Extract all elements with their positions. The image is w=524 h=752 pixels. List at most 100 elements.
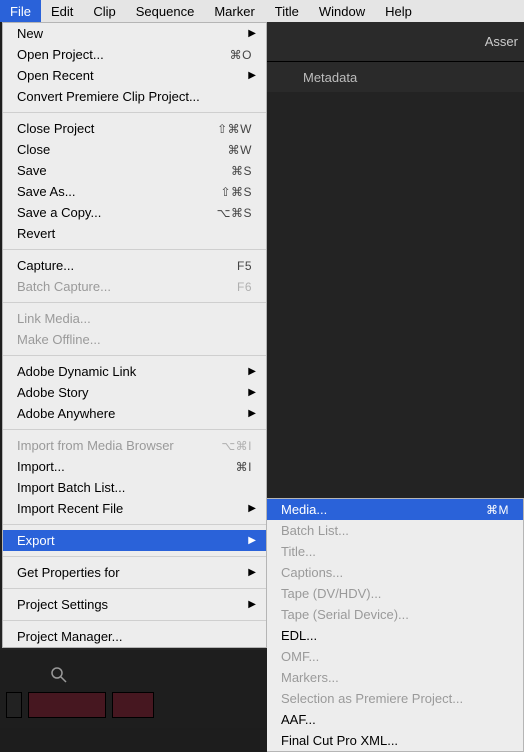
menu-title-edit[interactable]: Edit	[41, 0, 83, 22]
menu-item-captions: Captions...	[267, 562, 523, 583]
menu-item-omf: OMF...	[267, 646, 523, 667]
menu-item-export[interactable]: Export▶	[3, 530, 266, 551]
menu-item-label: Import from Media Browser	[17, 438, 221, 453]
menu-separator	[3, 112, 266, 113]
menu-item-label: Capture...	[17, 258, 237, 273]
menu-separator	[3, 355, 266, 356]
menu-item-save[interactable]: Save⌘S	[3, 160, 266, 181]
menu-item-markers: Markers...	[267, 667, 523, 688]
export-submenu-dropdown: Media...⌘MBatch List... Title... Captions.…	[267, 498, 524, 752]
menu-item-label: Save	[17, 163, 231, 178]
menu-item-label: Close	[17, 142, 228, 157]
menu-item-adobe-dynamic-link[interactable]: Adobe Dynamic Link▶	[3, 361, 266, 382]
menu-item-edl[interactable]: EDL...	[267, 625, 523, 646]
menu-item-shortcut: ⌘W	[228, 143, 252, 157]
menu-title-window[interactable]: Window	[309, 0, 375, 22]
app-top-bar: Asser	[267, 22, 524, 62]
menu-separator	[3, 620, 266, 621]
menubar: FileEditClipSequenceMarkerTitleWindowHel…	[0, 0, 524, 22]
menu-title-clip[interactable]: Clip	[83, 0, 125, 22]
menu-separator	[3, 524, 266, 525]
menu-item-final-cut-pro-xml[interactable]: Final Cut Pro XML...	[267, 730, 523, 751]
menu-item-new[interactable]: New▶	[3, 23, 266, 44]
search-icon[interactable]	[50, 666, 68, 684]
menu-item-label: Tape (DV/HDV)...	[281, 586, 509, 601]
thumbnail[interactable]	[112, 692, 154, 718]
menu-item-open-project[interactable]: Open Project...⌘O	[3, 44, 266, 65]
menu-separator	[3, 556, 266, 557]
menu-title-sequence[interactable]: Sequence	[126, 0, 205, 22]
menu-item-label: Open Project...	[17, 47, 230, 62]
menu-item-get-properties-for[interactable]: Get Properties for▶	[3, 562, 266, 583]
menu-item-label: Batch Capture...	[17, 279, 237, 294]
menu-item-import-from-media-browser: Import from Media Browser⌥⌘I	[3, 435, 266, 456]
menu-item-label: Export	[17, 533, 252, 548]
menu-item-shortcut: F5	[237, 259, 252, 273]
menu-item-label: Close Project	[17, 121, 217, 136]
thumbnail[interactable]	[6, 692, 22, 718]
menu-item-label: Open Recent	[17, 68, 252, 83]
menu-item-save-a-copy[interactable]: Save a Copy...⌥⌘S	[3, 202, 266, 223]
thumbnail[interactable]	[28, 692, 106, 718]
menu-item-label: Media...	[281, 502, 486, 517]
menu-item-label: Revert	[17, 226, 252, 241]
menu-item-label: Title...	[281, 544, 509, 559]
submenu-arrow-icon: ▶	[248, 567, 256, 578]
submenu-arrow-icon: ▶	[248, 70, 256, 81]
menu-item-adobe-story[interactable]: Adobe Story▶	[3, 382, 266, 403]
menu-item-label: Adobe Dynamic Link	[17, 364, 252, 379]
menu-item-label: Make Offline...	[17, 332, 252, 347]
thumbnail-strip	[6, 692, 154, 718]
menu-item-title: Title...	[267, 541, 523, 562]
menu-item-import-recent-file[interactable]: Import Recent File▶	[3, 498, 266, 519]
menu-item-label: Project Settings	[17, 597, 252, 612]
submenu-arrow-icon: ▶	[248, 366, 256, 377]
menu-item-shortcut: ⇧⌘S	[220, 185, 252, 199]
menu-item-shortcut: F6	[237, 280, 252, 294]
menu-item-tape-dv-hdv: Tape (DV/HDV)...	[267, 583, 523, 604]
menu-item-save-as[interactable]: Save As...⇧⌘S	[3, 181, 266, 202]
menu-item-label: EDL...	[281, 628, 509, 643]
menu-item-project-settings[interactable]: Project Settings▶	[3, 594, 266, 615]
menu-item-batch-capture: Batch Capture...F6	[3, 276, 266, 297]
menu-item-adobe-anywhere[interactable]: Adobe Anywhere▶	[3, 403, 266, 424]
menu-item-label: Markers...	[281, 670, 509, 685]
menu-item-label: Link Media...	[17, 311, 252, 326]
menu-item-selection-as-premiere-project: Selection as Premiere Project...	[267, 688, 523, 709]
menu-item-link-media: Link Media...	[3, 308, 266, 329]
menu-item-shortcut: ⇧⌘W	[217, 122, 252, 136]
menu-item-open-recent[interactable]: Open Recent▶	[3, 65, 266, 86]
menu-item-label: Adobe Story	[17, 385, 252, 400]
menu-item-label: Final Cut Pro XML...	[281, 733, 509, 748]
panel-tab-metadata[interactable]: Metadata	[291, 62, 369, 92]
menu-item-project-manager[interactable]: Project Manager...	[3, 626, 266, 647]
submenu-arrow-icon: ▶	[248, 599, 256, 610]
menu-item-label: Tape (Serial Device)...	[281, 607, 509, 622]
menu-item-capture[interactable]: Capture...F5	[3, 255, 266, 276]
menu-item-batch-list: Batch List...	[267, 520, 523, 541]
menu-item-shortcut: ⌘O	[230, 48, 252, 62]
menu-title-marker[interactable]: Marker	[204, 0, 264, 22]
submenu-arrow-icon: ▶	[248, 387, 256, 398]
menu-title-file[interactable]: File	[0, 0, 41, 22]
menu-item-import[interactable]: Import...⌘I	[3, 456, 266, 477]
menu-item-label: Selection as Premiere Project...	[281, 691, 509, 706]
menu-item-convert-premiere-clip-project[interactable]: Convert Premiere Clip Project...	[3, 86, 266, 107]
menu-title-title[interactable]: Title	[265, 0, 309, 22]
menu-item-media[interactable]: Media...⌘M	[267, 499, 523, 520]
submenu-arrow-icon: ▶	[248, 503, 256, 514]
menu-item-shortcut: ⌥⌘I	[221, 439, 252, 453]
panel-tab[interactable]	[267, 62, 291, 92]
menu-item-import-batch-list[interactable]: Import Batch List...	[3, 477, 266, 498]
app-top-label: Asser	[485, 34, 518, 49]
menu-item-label: Captions...	[281, 565, 509, 580]
panel-tabs: Metadata	[267, 62, 524, 92]
menu-item-close-project[interactable]: Close Project⇧⌘W	[3, 118, 266, 139]
menu-item-revert[interactable]: Revert	[3, 223, 266, 244]
menu-item-shortcut: ⌘S	[231, 164, 252, 178]
menu-item-label: Import Batch List...	[17, 480, 252, 495]
menu-item-aaf[interactable]: AAF...	[267, 709, 523, 730]
menu-item-close[interactable]: Close⌘W	[3, 139, 266, 160]
menu-title-help[interactable]: Help	[375, 0, 422, 22]
menu-separator	[3, 249, 266, 250]
